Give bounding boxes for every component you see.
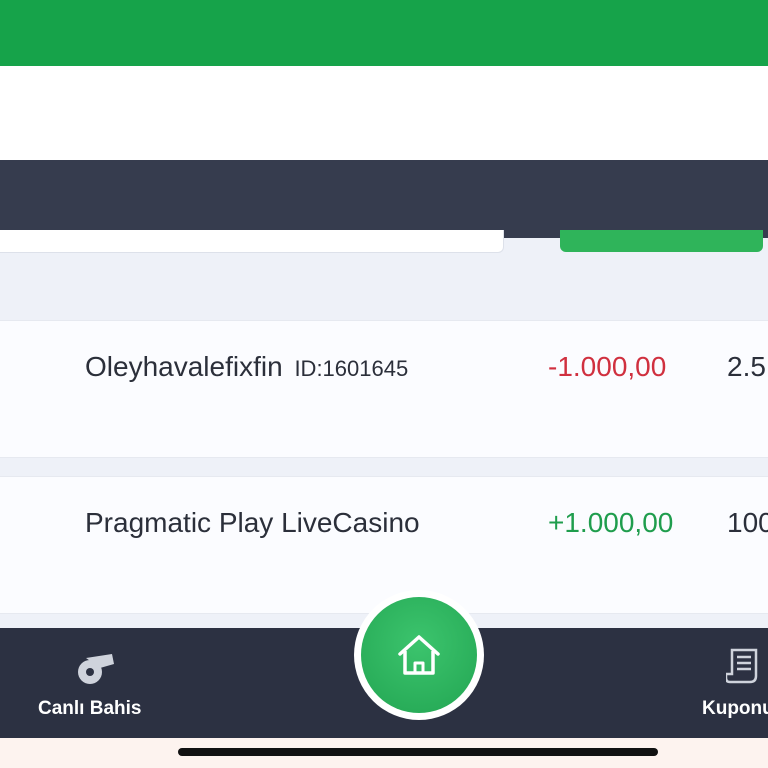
transaction-amount: -1.000,00 xyxy=(548,351,667,382)
home-indicator[interactable] xyxy=(178,748,658,756)
transaction-id: ID:1601645 xyxy=(294,356,409,381)
transaction-name: Pragmatic Play LiveCasino xyxy=(85,507,420,538)
transaction-extra-value: 100 xyxy=(727,507,768,538)
transaction-extra-value: 2.5 xyxy=(727,351,766,382)
whistle-icon xyxy=(78,654,114,684)
transaction-name: Oleyhavalefixfin xyxy=(85,351,283,382)
filter-button[interactable] xyxy=(560,230,763,252)
transaction-row[interactable]: Oleyhavalefixfin ID:1601645 -1.000,00 2.… xyxy=(0,320,768,458)
nav-live-betting[interactable]: Canlı Bahis xyxy=(30,628,150,738)
dark-header-bar xyxy=(0,160,768,238)
nav-coupon[interactable]: Kuponu xyxy=(700,628,768,738)
header-white-band xyxy=(0,66,768,160)
home-icon xyxy=(398,635,440,675)
receipt-icon xyxy=(726,648,758,684)
transaction-name-container: Oleyhavalefixfin ID:1601645 xyxy=(85,351,408,383)
transaction-amount: +1.000,00 xyxy=(548,507,674,538)
nav-live-label: Canlı Bahis xyxy=(38,698,142,719)
transaction-row[interactable]: Pragmatic Play LiveCasino +1.000,00 100 xyxy=(0,476,768,614)
nav-coupon-label: Kuponu xyxy=(702,698,768,719)
transaction-name-container: Pragmatic Play LiveCasino xyxy=(85,507,420,539)
home-button[interactable] xyxy=(354,590,484,720)
filter-input[interactable] xyxy=(0,230,504,253)
top-green-bar xyxy=(0,0,768,66)
home-button-inner xyxy=(361,597,477,713)
